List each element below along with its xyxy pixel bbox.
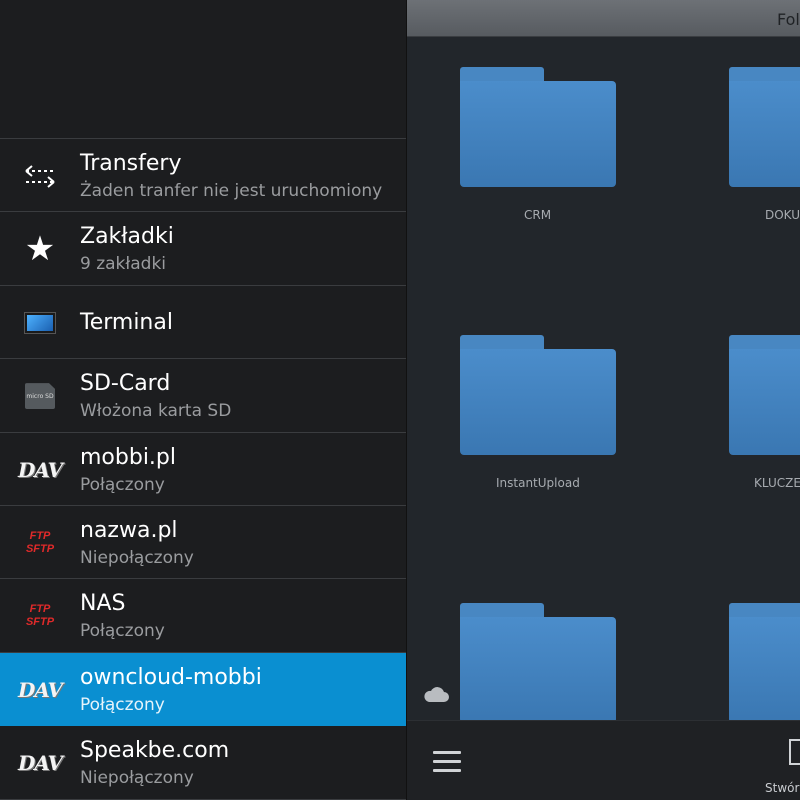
- drawer-item-subtitle: Włożona karta SD: [80, 401, 232, 422]
- create-icon[interactable]: [789, 739, 800, 765]
- folder-icon: [460, 67, 616, 187]
- transfer-arrows-icon: [18, 157, 62, 195]
- folder-doku[interactable]: DOKU: [729, 37, 800, 297]
- drawer-item-subtitle: Niepołączony: [80, 768, 194, 789]
- dav-icon: DAV: [18, 457, 63, 482]
- drawer-item-title: Zakładki: [80, 224, 174, 250]
- folder-icon: [460, 335, 616, 455]
- ftp-sftp-icon: FTP SFTP: [25, 529, 55, 555]
- drawer-item-nas[interactable]: FTP SFTP NAS Połączony: [0, 579, 406, 653]
- terminal-icon: [18, 304, 62, 342]
- folder-icon: [729, 67, 800, 187]
- folder-icon: [460, 603, 616, 720]
- folder-grid: CRM DOKU InstantUpload KLUCZE: [407, 37, 800, 720]
- drawer-item-title: NAS: [80, 591, 126, 617]
- file-browser: Fol CRM DOKU InstantUpload KLUCZE Stwór: [407, 0, 800, 800]
- folder-instantupload[interactable]: InstantUpload: [407, 305, 616, 565]
- drawer-item-nazwa[interactable]: FTP SFTP nazwa.pl Niepołączony: [0, 506, 406, 580]
- drawer-item-title: mobbi.pl: [80, 444, 177, 470]
- browser-footer: Stwór: [407, 720, 800, 800]
- folder-icon: [729, 335, 800, 455]
- drawer-item-subtitle: Połączony: [80, 474, 165, 495]
- drawer-item-subtitle: Połączony: [80, 694, 165, 715]
- folder-label: CRM: [524, 208, 552, 222]
- drawer-item-subtitle: Niepołączony: [80, 547, 194, 568]
- drawer-item-mobbi[interactable]: DAV mobbi.pl Połączony: [0, 433, 406, 506]
- browser-title: Fol: [777, 10, 800, 29]
- drawer-item-speakbe[interactable]: DAV Speakbe.com Niepołączony: [0, 726, 406, 800]
- drawer-item-title: Speakbe.com: [80, 738, 230, 764]
- drawer-item-title: SD-Card: [80, 371, 171, 397]
- drawer-item-sd-card[interactable]: micro SD SD-Card Włożona karta SD: [0, 359, 406, 433]
- folder-label: InstantUpload: [496, 476, 580, 490]
- drawer-item-transfers[interactable]: Transfery Żaden tranfer nie jest uruchom…: [0, 139, 406, 213]
- ftp-sftp-icon: FTP SFTP: [25, 603, 55, 629]
- drawer-item-title: Terminal: [80, 309, 173, 335]
- folder-item[interactable]: [729, 573, 800, 720]
- navigation-drawer: Transfery Żaden tranfer nie jest uruchom…: [0, 0, 407, 800]
- browser-header: Fol: [407, 0, 800, 37]
- cloud-icon: [424, 687, 449, 702]
- dav-icon: DAV: [18, 677, 63, 702]
- folder-icon: [729, 603, 800, 720]
- star-icon: ★: [24, 229, 56, 270]
- folder-crm[interactable]: CRM: [407, 37, 616, 297]
- drawer-item-subtitle: Żaden tranfer nie jest uruchomiony: [80, 181, 383, 201]
- drawer-item-title: Transfery: [80, 151, 182, 176]
- drawer-item-owncloud-mobbi[interactable]: DAV owncloud-mobbi Połączony: [0, 652, 406, 727]
- folder-label: DOKU: [765, 208, 800, 222]
- menu-icon[interactable]: [433, 751, 461, 773]
- drawer-item-title: owncloud-mobbi: [80, 664, 262, 690]
- create-label[interactable]: Stwór: [765, 781, 799, 795]
- drawer-item-terminal[interactable]: Terminal: [0, 286, 406, 360]
- drawer-item-subtitle: 9 zakładki: [80, 254, 167, 275]
- folder-label: KLUCZE: [754, 476, 800, 490]
- folder-klucze[interactable]: KLUCZE: [729, 305, 800, 565]
- sd-card-icon: micro SD: [18, 377, 62, 415]
- drawer-header: [0, 0, 406, 139]
- drawer-item-subtitle: Połączony: [80, 621, 165, 642]
- drawer-item-title: nazwa.pl: [80, 517, 178, 543]
- dav-icon: DAV: [18, 751, 63, 776]
- drawer-item-bookmarks[interactable]: ★ Zakładki 9 zakładki: [0, 212, 406, 286]
